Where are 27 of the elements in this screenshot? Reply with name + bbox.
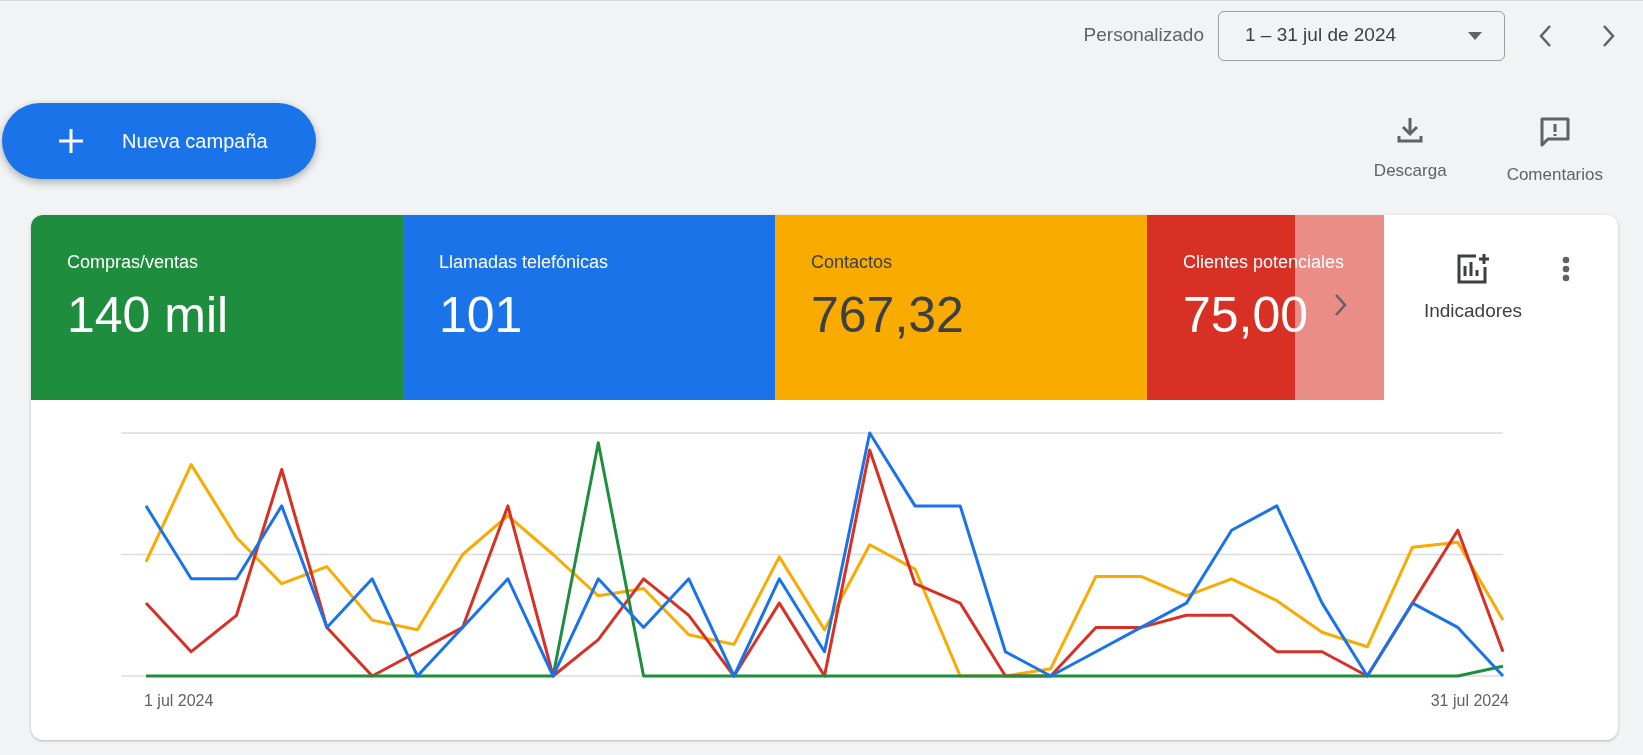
- more-icon: [1562, 256, 1570, 282]
- date-preset-label: Personalizado: [1083, 23, 1204, 48]
- indicators-button[interactable]: Indicadores: [1398, 253, 1548, 326]
- feedback-button[interactable]: Comentarios: [1506, 116, 1603, 188]
- metric-value: 101: [439, 286, 523, 345]
- plus-icon: [58, 128, 84, 154]
- download-button[interactable]: Descarga: [1373, 116, 1447, 184]
- axis-label: 1 jul 2024: [144, 691, 214, 711]
- chevron-left-icon: [1538, 23, 1552, 48]
- metric-label: Compras/ventas: [67, 251, 199, 274]
- new-campaign-button[interactable]: Nueva campaña: [2, 103, 316, 179]
- metric-tile[interactable]: Contactos 767,32: [775, 215, 1147, 400]
- axis-label: 31 jul 2024: [1430, 691, 1509, 711]
- metric-value: 140 mil: [67, 286, 229, 345]
- metric-tile[interactable]: Compras/ventas 140 mil: [31, 215, 403, 400]
- feedback-icon: [1538, 116, 1571, 149]
- metric-value: 767,32: [811, 286, 964, 345]
- metric-label: Llamadas telefónicas: [439, 251, 609, 274]
- metric-tile[interactable]: Llamadas telefónicas 101: [403, 215, 775, 400]
- metric-label: Contactos: [811, 251, 893, 274]
- download-icon: [1396, 116, 1425, 145]
- metric-value: 75,00: [1183, 286, 1309, 345]
- caret-icon: [1468, 31, 1482, 40]
- date-range-dropdown[interactable]: 1 – 31 jul de 2024: [1218, 10, 1505, 61]
- chevron-right-icon: [1334, 293, 1348, 317]
- chevron-right-icon: [1602, 23, 1616, 48]
- chart-add-icon: [1456, 253, 1490, 285]
